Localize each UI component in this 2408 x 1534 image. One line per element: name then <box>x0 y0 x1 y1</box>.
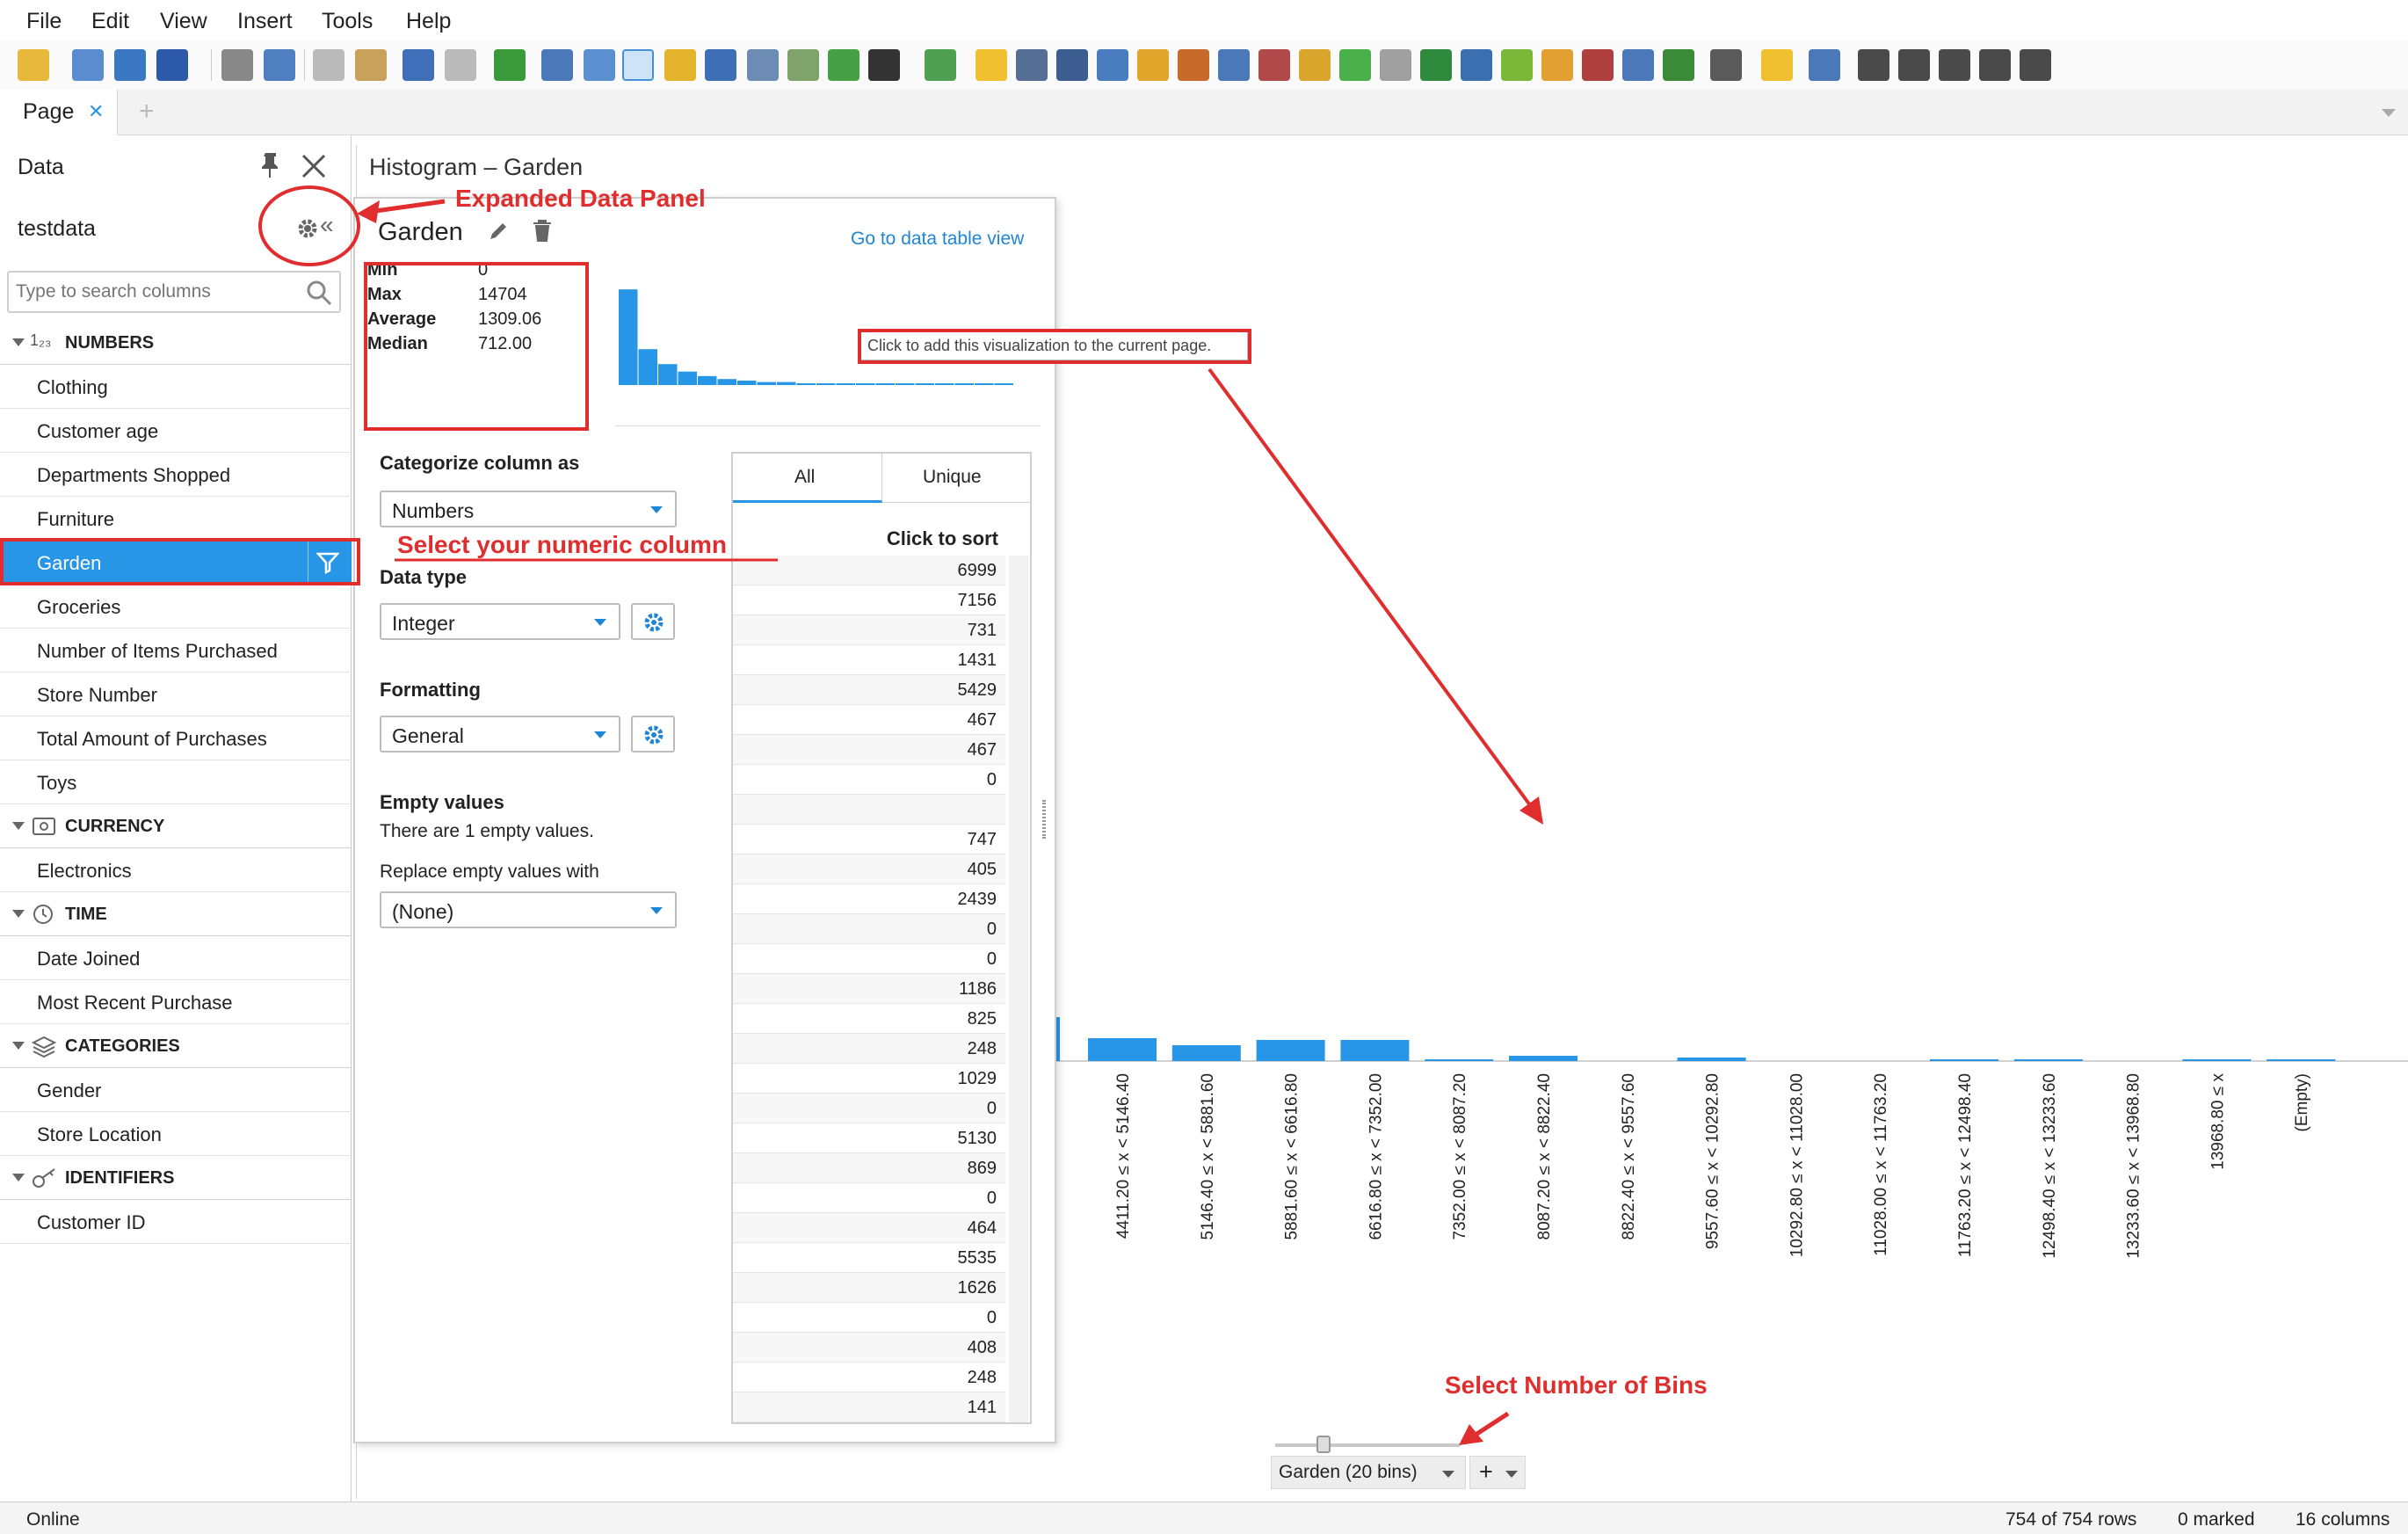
annotation-select-column: Select your numeric column <box>397 531 727 558</box>
annotation-overlay <box>258 185 1543 1445</box>
annotation-arrow <box>1208 367 1534 811</box>
status-marked[interactable]: 0 marked <box>2178 1509 2255 1530</box>
status-bar: Online 754 of 754 rows 0 marked 16 colum… <box>0 1501 2408 1534</box>
annotation-arrowhead <box>357 200 380 223</box>
annotation-select-bins: Select Number of Bins <box>1445 1371 1708 1399</box>
annotation-arrow <box>1471 1411 1510 1439</box>
status-online: Online <box>26 1509 80 1530</box>
annotation-box-tooltip <box>858 329 1251 364</box>
annotation-expanded-panel: Expanded Data Panel <box>455 185 706 212</box>
annotation-circle <box>258 185 360 266</box>
annotation-box-stats <box>364 262 589 431</box>
annotation-arrow <box>368 199 446 214</box>
annotation-arrowhead <box>1520 796 1543 825</box>
annotation-arrowhead <box>1459 1424 1483 1445</box>
status-rows: 754 of 754 rows <box>2005 1509 2137 1530</box>
annotation-box-garden <box>0 538 360 585</box>
status-columns: 16 columns <box>2296 1509 2390 1530</box>
